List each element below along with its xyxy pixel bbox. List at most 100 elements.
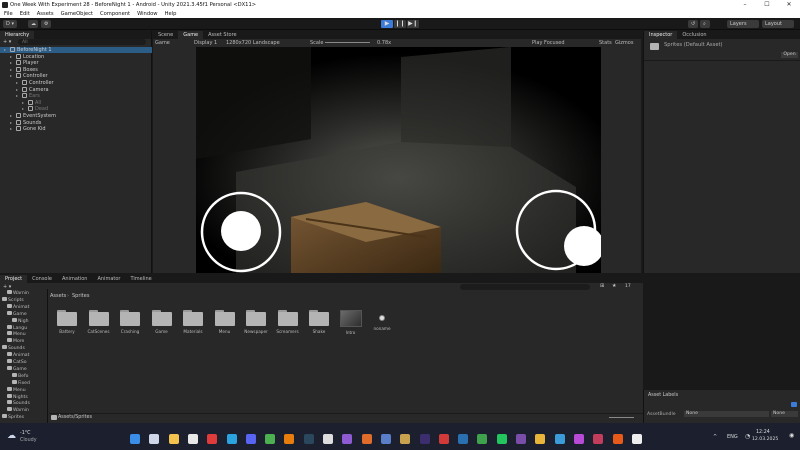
app-icon[interactable]: [516, 434, 526, 444]
unity-icon[interactable]: [400, 434, 411, 444]
play-focused-dropdown[interactable]: Play Focused: [532, 40, 565, 46]
yandex-icon[interactable]: [207, 434, 218, 444]
app-icon[interactable]: [535, 434, 546, 444]
folder-tree-item[interactable]: Game: [7, 365, 27, 372]
folder-tree-item[interactable]: Game: [7, 310, 27, 317]
menu-assets[interactable]: Assets: [37, 10, 54, 18]
hierarchy-item[interactable]: ▸ Ears: [16, 93, 40, 99]
telegram-icon[interactable]: [226, 434, 237, 444]
tab-scene[interactable]: Scene: [153, 31, 178, 39]
gizmos-dropdown[interactable]: Gizmos: [615, 40, 633, 46]
notification-icon[interactable]: ◉: [789, 432, 794, 439]
asset-item[interactable]: Shake: [306, 310, 332, 334]
folder-tree-item[interactable]: Animat: [7, 352, 29, 358]
folder-tree-item[interactable]: Warnin: [7, 290, 29, 296]
app-icon[interactable]: [612, 434, 623, 444]
game-viewport[interactable]: [196, 47, 601, 273]
hierarchy-item[interactable]: ▸ Gone Kid: [10, 126, 46, 132]
pause-button[interactable]: ❙❙: [394, 20, 406, 28]
unity-hub-icon[interactable]: [323, 434, 333, 444]
stats-toggle[interactable]: Stats: [599, 40, 612, 46]
discord-icon[interactable]: [245, 434, 256, 444]
asset-item[interactable]: Screamers: [275, 310, 301, 334]
resolution-dropdown[interactable]: 1280x720 Landscape: [226, 40, 280, 46]
hierarchy-item[interactable]: ▸ All: [22, 99, 41, 106]
vs-icon[interactable]: [342, 434, 353, 444]
network-icon[interactable]: ◔: [745, 433, 750, 440]
menu-window[interactable]: Window: [137, 10, 157, 18]
asset-item[interactable]: Newspaper: [243, 310, 269, 334]
davinci-icon[interactable]: [593, 434, 604, 444]
folder-tree-item[interactable]: Sounds: [2, 345, 25, 351]
photoshop-icon[interactable]: [458, 434, 469, 444]
tab-console[interactable]: Console: [27, 275, 57, 283]
project-search-input[interactable]: [460, 284, 590, 290]
tab-animator[interactable]: Animator: [92, 275, 125, 283]
app-icon[interactable]: [573, 434, 584, 444]
hierarchy-item[interactable]: ▸ Sounds: [10, 119, 41, 126]
search-icon[interactable]: [149, 434, 160, 444]
layout-dropdown[interactable]: Layout: [762, 20, 794, 28]
tab-inspector[interactable]: Inspector: [644, 31, 678, 39]
after-effects-icon[interactable]: [419, 434, 430, 444]
tab-asset-store[interactable]: Asset Store: [203, 31, 241, 39]
display-dropdown[interactable]: Display 1: [194, 40, 217, 46]
folder-tree-item[interactable]: Befo: [12, 372, 28, 379]
breadcrumb-assets[interactable]: Assets: [50, 293, 66, 299]
steam-icon[interactable]: [303, 434, 314, 444]
folder-tree-item[interactable]: CatSo: [7, 359, 27, 365]
tab-project[interactable]: Project: [0, 275, 28, 283]
tab-animation[interactable]: Animation: [57, 275, 93, 283]
asset-item[interactable]: Materials: [180, 310, 206, 334]
menu-help[interactable]: Help: [165, 10, 177, 18]
asset-item[interactable]: noname: [369, 310, 395, 331]
folder-tree-item[interactable]: Nigh: [12, 317, 29, 324]
label-tag-icon[interactable]: [791, 402, 797, 407]
hierarchy-item[interactable]: ▸ Camera: [16, 86, 49, 93]
hierarchy-item[interactable]: ▸ Boxes: [10, 66, 38, 73]
menu-component[interactable]: Component: [100, 10, 130, 18]
hierarchy-item[interactable]: ▸ BeforeNight 1: [4, 47, 52, 53]
app-icon[interactable]: [361, 434, 372, 444]
folder-tree-item[interactable]: Warnin: [7, 407, 29, 413]
asset-item[interactable]: Crashing: [117, 310, 143, 334]
game-mode-dropdown[interactable]: Game: [155, 40, 170, 46]
tab-timeline[interactable]: Timeline: [125, 275, 156, 283]
app-icon[interactable]: [554, 434, 565, 444]
maximize-button[interactable]: ☐: [756, 0, 778, 10]
start-icon[interactable]: [130, 434, 140, 444]
menu-gameobject[interactable]: GameObject: [61, 10, 93, 18]
asset-item[interactable]: Intro: [338, 310, 364, 335]
app-icon[interactable]: [380, 434, 391, 444]
tab-hierarchy[interactable]: Hierarchy: [0, 31, 35, 39]
icon-size-slider[interactable]: [609, 417, 634, 418]
folder-tree-item[interactable]: Langu: [7, 324, 27, 331]
pycharm-icon[interactable]: [496, 434, 507, 444]
menu-edit[interactable]: Edit: [20, 10, 30, 18]
tray-chevron-icon[interactable]: ^: [713, 434, 717, 440]
folder-tree-item[interactable]: Fixed: [12, 379, 30, 386]
hierarchy-item[interactable]: ▸ Player: [10, 60, 39, 66]
scale-slider[interactable]: [325, 42, 370, 43]
hierarchy-search-input[interactable]: All: [18, 39, 146, 45]
asset-item[interactable]: Game: [149, 310, 175, 334]
folder-tree-item[interactable]: Sounds: [7, 400, 30, 406]
cloud-icon[interactable]: ☁: [28, 20, 38, 28]
step-button[interactable]: ▶❙: [407, 20, 419, 28]
asset-item[interactable]: Battery: [54, 310, 80, 334]
menu-file[interactable]: File: [4, 10, 13, 18]
folder-tree-item[interactable]: Menu: [7, 331, 26, 337]
hierarchy-item[interactable]: ▸ Controller: [16, 80, 54, 86]
folder-tree-item[interactable]: More: [7, 338, 24, 344]
folder-tree-item[interactable]: Menu: [7, 386, 26, 393]
chrome-icon[interactable]: [265, 434, 276, 444]
star-icon[interactable]: ★: [612, 283, 616, 289]
close-button[interactable]: ✕: [778, 0, 800, 10]
folder-tree-item[interactable]: Animat: [7, 303, 29, 310]
asset-item[interactable]: Menu: [212, 310, 238, 334]
hierarchy-item[interactable]: ▸ Location: [10, 53, 44, 60]
app-icon[interactable]: [477, 434, 488, 444]
browser-icon[interactable]: [187, 434, 198, 444]
collab-icon[interactable]: ⚙: [41, 20, 51, 28]
language-indicator[interactable]: ENG: [727, 434, 738, 440]
